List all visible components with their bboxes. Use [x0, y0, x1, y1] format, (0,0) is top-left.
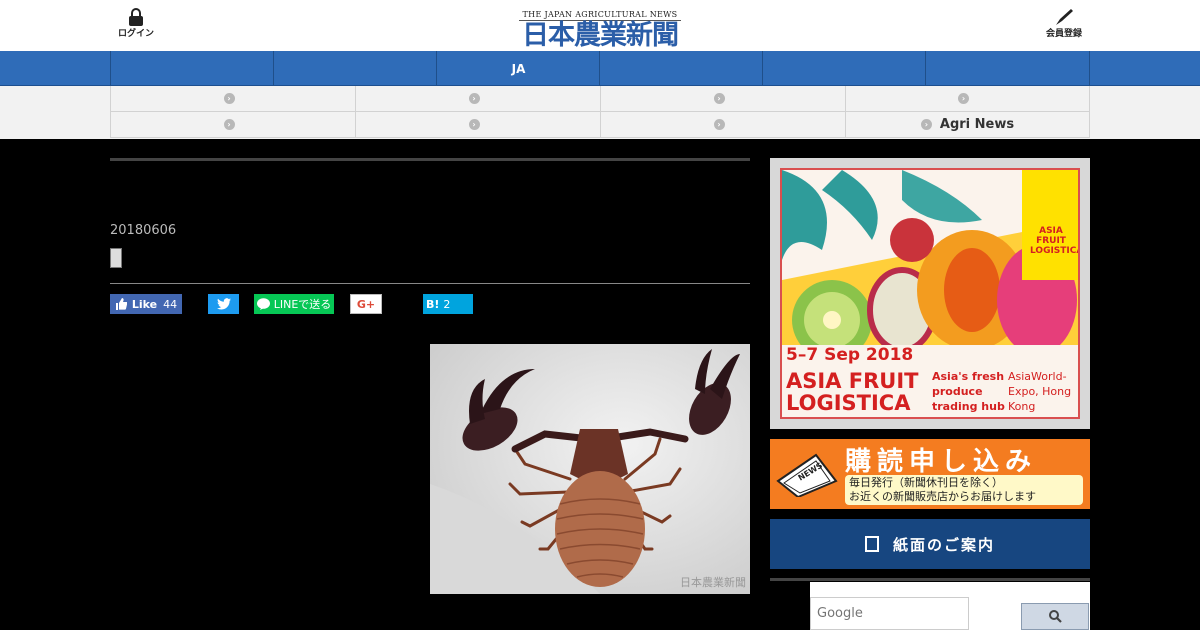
- arrow-right-icon: ›: [958, 93, 969, 104]
- subscription-title: 購読申し込み: [845, 447, 1038, 477]
- login-button[interactable]: ログイン: [118, 8, 154, 39]
- logo-japanese-text: 日本農業新聞: [522, 20, 679, 51]
- facebook-like-button[interactable]: Like 44: [110, 294, 182, 314]
- arrow-right-icon: ›: [713, 93, 725, 104]
- google-plus-button[interactable]: G+: [350, 294, 382, 314]
- subnav-item[interactable]: ›: [110, 86, 355, 112]
- search-input[interactable]: [810, 597, 969, 630]
- subscription-info: 毎日発行（新聞休刊日を除く） お近くの新聞販売店からお届けします: [845, 475, 1083, 505]
- arrow-right-icon: ›: [468, 119, 480, 130]
- subnav-item[interactable]: ›: [600, 112, 845, 138]
- like-count: 44: [163, 297, 178, 311]
- like-label: Like: [131, 297, 158, 311]
- newspaper-guide-label: 紙面のご案内: [892, 535, 995, 554]
- nav-item-ja[interactable]: JA: [436, 51, 600, 86]
- nav-item-1[interactable]: [110, 51, 274, 86]
- subnav-item[interactable]: ›: [600, 86, 845, 112]
- article-photo: 日本農業新聞: [430, 344, 750, 594]
- ad-date: 5–7 Sep 2018: [786, 345, 914, 365]
- arrow-right-icon: ›: [468, 93, 480, 104]
- search-icon: [1048, 610, 1062, 623]
- hatena-bookmark-button[interactable]: B! 2: [423, 294, 473, 314]
- nav-item-5[interactable]: [762, 51, 926, 86]
- arrow-right-icon: ›: [223, 119, 235, 130]
- register-button[interactable]: 会員登録: [1046, 8, 1082, 39]
- nav-item-2[interactable]: [273, 51, 437, 86]
- site-header: ログイン THE JAPAN AGRICULTURAL NEWS 日本農業新聞 …: [0, 0, 1200, 51]
- asia-fruit-logistica-ad[interactable]: ASIA FRUIT LOGISTICA 5–7 Sep 2018 ASIA F…: [780, 168, 1080, 419]
- thumbs-up-icon: [115, 298, 127, 310]
- nav-item-6[interactable]: [925, 51, 1090, 86]
- site-logo[interactable]: THE JAPAN AGRICULTURAL NEWS 日本農業新聞: [500, 2, 700, 51]
- sidebar-ad[interactable]: ASIA FRUIT LOGISTICA 5–7 Sep 2018 ASIA F…: [770, 158, 1090, 429]
- subnav-item[interactable]: ›: [355, 112, 600, 138]
- subscription-line-1: 毎日発行（新聞休刊日を除く）: [849, 476, 1003, 489]
- sidebar-divider: [770, 578, 1090, 581]
- ad-brand-logo: ASIA FRUIT LOGISTICA: [1026, 214, 1078, 274]
- hatena-icon: B!: [426, 297, 440, 311]
- google-search: [810, 582, 1090, 630]
- tweet-button[interactable]: [208, 294, 239, 314]
- ad-venue: AsiaWorld-Expo, Hong Kong: [1008, 370, 1072, 413]
- hatena-count: 2: [443, 297, 451, 311]
- subnav-item[interactable]: ›: [110, 112, 355, 138]
- ad-event-name: ASIA FRUIT LOGISTICA: [786, 369, 919, 415]
- arrow-right-icon: ›: [920, 119, 932, 130]
- article-title-placeholder: [110, 248, 122, 268]
- document-icon: [864, 536, 879, 552]
- subscription-line-2: お近くの新聞販売店からお届けします: [849, 490, 1036, 503]
- article-divider: [110, 283, 750, 284]
- article-date: 20180606: [110, 223, 177, 238]
- arrow-right-icon: ›: [713, 119, 725, 130]
- line-label: LINEで送る: [273, 298, 332, 311]
- search-button[interactable]: [1021, 603, 1089, 630]
- sub-nav: › › › › › › › › Agri News: [0, 86, 1200, 139]
- lock-icon: [129, 8, 143, 26]
- subnav-item[interactable]: ›: [845, 86, 1090, 112]
- twitter-bird-icon: [216, 298, 231, 310]
- register-label: 会員登録: [1046, 29, 1083, 39]
- photo-credit: 日本農業新聞: [680, 576, 746, 589]
- ad-tagline: Asia's fresh produce trading hub: [932, 370, 1005, 413]
- line-icon: [256, 298, 270, 310]
- pen-icon: [1056, 9, 1073, 25]
- nav-item-4[interactable]: [599, 51, 763, 86]
- newspaper-guide-button[interactable]: 紙面のご案内: [770, 519, 1090, 569]
- arrow-right-icon: ›: [223, 93, 235, 104]
- login-label: ログイン: [118, 29, 155, 39]
- subnav-label: Agri News: [939, 117, 1015, 132]
- content-divider: [110, 158, 750, 161]
- subnav-item-agri-news[interactable]: › Agri News: [845, 112, 1090, 138]
- newspaper-icon: NEWS: [776, 453, 838, 497]
- subnav-item[interactable]: ›: [355, 86, 600, 112]
- main-nav: JA: [0, 51, 1200, 86]
- subscription-banner[interactable]: NEWS 購読申し込み 毎日発行（新聞休刊日を除く） お近くの新聞販売店からお届…: [770, 439, 1090, 509]
- line-share-button[interactable]: LINEで送る: [254, 294, 334, 314]
